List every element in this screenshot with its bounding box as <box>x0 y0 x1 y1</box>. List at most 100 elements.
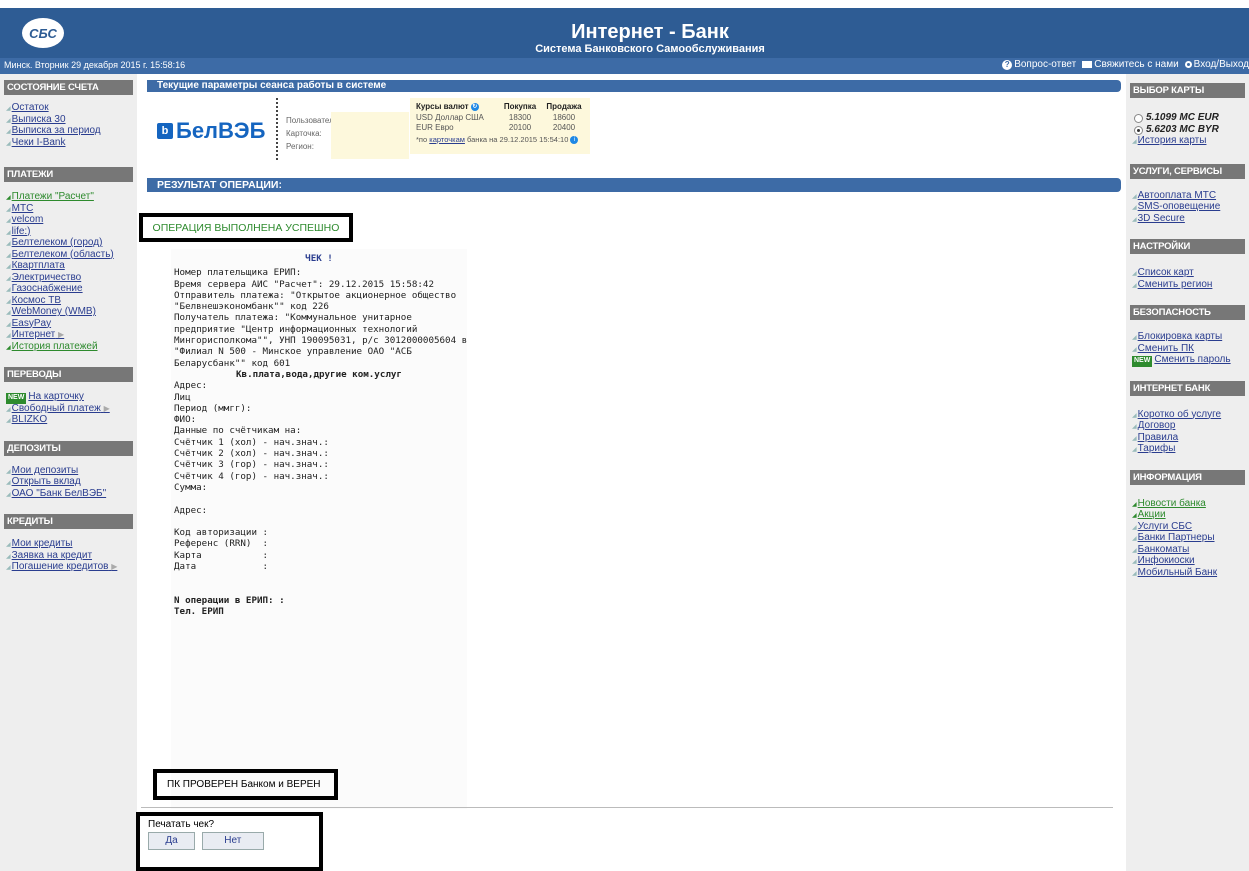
submenu-arrow-icon: ▶ <box>103 403 110 413</box>
section-settings: НАСТРОЙКИ <box>1130 239 1245 254</box>
receipt-line: Адрес: <box>174 504 208 516</box>
card-option-eur[interactable]: 5.1099 MC EUR <box>1126 112 1249 124</box>
new-badge: NEW <box>1132 356 1153 367</box>
nav-webmoney[interactable]: WebMoney (WMB) <box>6 306 137 319</box>
rates-header-buy: Покупка <box>503 102 537 111</box>
information-list: Новости банка Акции Услуги СБС Банки Пар… <box>1126 498 1249 584</box>
nav-raschet-payments[interactable]: Платежи "Расчет" <box>6 191 137 204</box>
section-transfers: ПЕРЕВОДЫ <box>4 367 133 382</box>
receipt-blank: ​ <box>174 584 464 595</box>
top-strip <box>0 0 1249 8</box>
section-services: УСЛУГИ, СЕРВИСЫ <box>1130 163 1245 179</box>
nav-payment-history[interactable]: История платежей <box>6 341 137 354</box>
nav-partner-banks[interactable]: Банки Партнеры <box>1132 532 1249 545</box>
nav-block-card[interactable]: Блокировка карты <box>1132 331 1249 344</box>
internet-bank-list: Коротко об услуге Договор Правила Тарифы <box>1126 409 1249 460</box>
receipt-title: ЧЕК ! <box>305 253 333 264</box>
no-button[interactable]: Нет <box>201 832 264 850</box>
rate-row-usd: USD Доллар США 18300 18600 <box>416 113 584 123</box>
refresh-icon[interactable]: ↻ <box>470 102 479 111</box>
nav-velcom[interactable]: velcom <box>6 214 137 227</box>
rate-currency: EUR Евро <box>416 123 454 132</box>
nav-internet-label: Интернет <box>11 329 56 340</box>
receipt-line: "Белвнешэкономбанк"" код 226 <box>174 301 329 313</box>
nav-statement-period[interactable]: Выписка за период <box>6 125 137 138</box>
login-logout-link[interactable]: Вход/Выход <box>1184 59 1249 70</box>
rate-buy: 20100 <box>508 123 532 132</box>
info-icon[interactable]: i <box>570 136 579 145</box>
nav-gas[interactable]: Газоснабжение <box>6 283 137 296</box>
nav-beltelecom-city[interactable]: Белтелеком (город) <box>6 237 137 250</box>
security-list: Блокировка карты Сменить ПК NEWСменить п… <box>1126 331 1249 371</box>
belveb-logo: b БелВЭБ <box>157 118 265 144</box>
nav-promotions[interactable]: Акции <box>1132 509 1249 522</box>
yes-button[interactable]: Да <box>148 832 195 850</box>
status-bar: Минск. Вторник 29 декабря 2015 г. 15:58:… <box>0 58 1249 74</box>
pk-status-text: ПК ПРОВЕРЕН Банком и ВЕРЕН <box>167 779 321 790</box>
receipt-line: Дата : <box>174 561 269 573</box>
receipt-line: ​ <box>174 493 464 504</box>
receipt-line: Время сервера АИС "Расчет": 29.12.2015 1… <box>174 278 434 290</box>
nav-mobile-bank[interactable]: Мобильный Банк <box>1132 567 1249 580</box>
rates-header-currency: Курсы валют ↻ <box>416 102 496 111</box>
contact-link[interactable]: Свяжитесь с нами <box>1082 59 1179 70</box>
nav-tariffs[interactable]: Тарифы <box>1132 443 1249 456</box>
receipt-service: Кв.плата,вода,другие ком.услуг <box>236 368 402 380</box>
payments-list: Платежи "Расчет" МТС velcom life:) Белте… <box>0 191 137 357</box>
nav-rent[interactable]: Квартплата <box>6 260 137 273</box>
section-credits: КРЕДИТЫ <box>4 514 133 529</box>
rates-note-link[interactable]: карточкам <box>429 135 465 144</box>
receipt: ЧЕК ! Номер плательщика ЕРИП: Время серв… <box>171 249 467 809</box>
receipt-line: Счётчик 4 (гор) - нач.знач.: <box>174 470 329 482</box>
receipt-line: ​ <box>174 516 464 527</box>
faq-link[interactable]: ? Вопрос-ответ <box>1002 59 1076 70</box>
session-values-box <box>331 112 409 159</box>
session-params-bar: Текущие параметры сеанса работы в систем… <box>147 80 1121 92</box>
nav-blizko[interactable]: BLIZKO <box>6 414 137 427</box>
receipt-line: Мингорисполкома"", УНП 190095031, р/с 30… <box>174 335 468 347</box>
nav-belveb-bank[interactable]: ОАО "Банк БелВЭБ" <box>6 488 137 501</box>
nav-change-region[interactable]: Сменить регион <box>1132 279 1249 292</box>
nav-card-history[interactable]: История карты <box>1132 135 1249 148</box>
result-bar: РЕЗУЛЬТАТ ОПЕРАЦИИ: <box>147 178 1121 192</box>
app-header: СБС Интернет - Банк Система Банковского … <box>0 8 1249 58</box>
rate-sell: 20400 <box>552 123 576 132</box>
credits-list: Мои кредиты Заявка на кредит Погашение к… <box>0 538 137 578</box>
rate-currency: USD Доллар США <box>416 113 484 122</box>
nav-open-deposit[interactable]: Открыть вклад <box>6 476 137 489</box>
nav-contract[interactable]: Договор <box>1132 420 1249 433</box>
mail-icon <box>1082 61 1093 68</box>
nav-internet[interactable]: Интернет ▶ <box>6 329 137 342</box>
rates-title: Курсы валют <box>416 102 469 111</box>
nav-my-credits[interactable]: Мои кредиты <box>6 538 137 551</box>
right-sidebar: ВЫБОР КАРТЫ 5.1099 MC EUR 5.6203 MC BYR … <box>1126 74 1249 871</box>
print-question: Печатать чек? <box>148 819 215 830</box>
nav-card-list[interactable]: Список карт <box>1132 267 1249 280</box>
section-information: ИНФОРМАЦИЯ <box>1130 469 1245 485</box>
receipt-line: Получатель платежа: "Коммунальное унитар… <box>174 312 412 324</box>
receipt-erip-phone: Тел. ЕРИП <box>174 606 224 618</box>
nav-3d-secure[interactable]: 3D Secure <box>1132 213 1249 226</box>
nav-ibank-receipts[interactable]: Чеки I-Bank <box>6 137 137 150</box>
nav-sms-alerts[interactable]: SMS-оповещение <box>1132 201 1249 214</box>
help-icon: ? <box>1002 59 1013 70</box>
card-option-eur-label: 5.1099 MC EUR <box>1146 112 1219 123</box>
section-payments: ПЛАТЕЖИ <box>4 167 133 182</box>
nav-balance[interactable]: Остаток <box>6 102 137 115</box>
faq-link-label: Вопрос-ответ <box>1014 59 1077 70</box>
nav-credit-repayment[interactable]: Погашение кредитов ▶ <box>6 561 137 574</box>
nav-kiosks[interactable]: Инфокиоски <box>1132 555 1249 568</box>
divider <box>141 807 1113 808</box>
success-message-box: ОПЕРАЦИЯ ВЫПОЛНЕНА УСПЕШНО <box>139 213 353 242</box>
receipt-line: Сумма: <box>174 481 208 493</box>
rates-note: *по карточкам банка на 29.12.2015 15:54:… <box>416 135 584 145</box>
submenu-arrow-icon: ▶ <box>111 562 118 571</box>
exchange-rates: Курсы валют ↻ Покупка Продажа USD Доллар… <box>410 98 590 154</box>
section-deposits: ДЕПОЗИТЫ <box>4 440 133 456</box>
app-title: Интернет - Банк <box>571 21 729 43</box>
receipt-line: Данные по счётчикам на: <box>174 425 302 437</box>
nav-change-password[interactable]: NEW Сменить пароль <box>1132 354 1249 367</box>
print-prompt-box: Печатать чек? Да Нет <box>136 812 323 871</box>
receipt-line: ФИО: <box>174 414 197 426</box>
rates-note-suffix: банка на 29.12.2015 15:54:10 <box>467 135 569 144</box>
